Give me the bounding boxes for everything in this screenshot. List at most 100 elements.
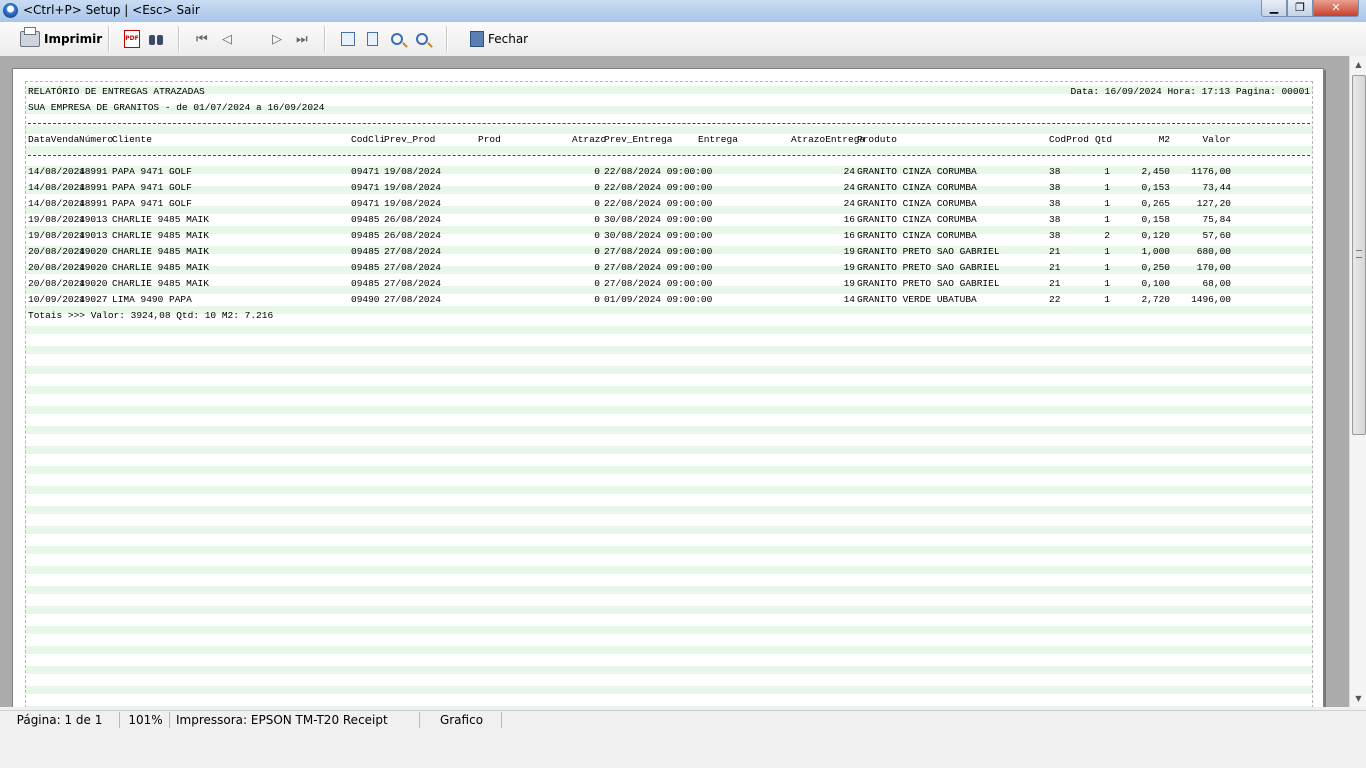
cell-qtd: 1 xyxy=(1104,278,1110,289)
pdf-icon: PDF xyxy=(124,30,140,48)
report-title-line: RELATÓRIO DE ENTREGAS ATRAZADAS Data: 16… xyxy=(28,84,1310,100)
status-page: Página: 1 de 1 xyxy=(0,712,120,728)
cell-codcli: 09485 xyxy=(351,230,380,241)
cell-atrazo: 0 xyxy=(594,214,600,225)
close-preview-button[interactable]: Fechar xyxy=(470,28,528,50)
cell-datavenda: 20/08/2024 xyxy=(28,246,86,257)
preview-area: RELATÓRIO DE ENTREGAS ATRAZADAS Data: 16… xyxy=(0,56,1349,707)
cell-cliente: CHARLIE 9485 MAIK xyxy=(112,278,209,289)
cell-valor: 57,60 xyxy=(1202,230,1231,241)
scroll-up-arrow-icon[interactable]: ▲ xyxy=(1350,56,1366,73)
cell-atrazo-entrega: 19 xyxy=(843,278,855,289)
cell-prev-entrega: 01/09/2024 09:00:00 xyxy=(604,294,713,305)
export-pdf-button[interactable]: PDF xyxy=(124,28,140,50)
cell-prev-entrega: 27/08/2024 09:00:00 xyxy=(604,278,713,289)
zoom-in-button[interactable] xyxy=(391,28,403,50)
cell-codcli: 09485 xyxy=(351,262,380,273)
cell-valor: 75,84 xyxy=(1202,214,1231,225)
cell-qtd: 1 xyxy=(1104,214,1110,225)
cell-datavenda: 14/08/2024 xyxy=(28,166,86,177)
report-body: RELATÓRIO DE ENTREGAS ATRAZADAS Data: 16… xyxy=(25,81,1313,707)
cell-atrazo-entrega: 16 xyxy=(843,230,855,241)
col-codprod: CodProd xyxy=(1049,134,1089,145)
report-page: RELATÓRIO DE ENTREGAS ATRAZADAS Data: 16… xyxy=(12,68,1324,707)
whole-page-button[interactable] xyxy=(367,28,378,50)
cell-codprod: 21 xyxy=(1049,278,1061,289)
cell-valor: 73,44 xyxy=(1202,182,1231,193)
cell-codprod: 38 xyxy=(1049,214,1061,225)
cell-datavenda: 10/09/2024 xyxy=(28,294,86,305)
cell-m2: 0,153 xyxy=(1141,182,1170,193)
report-row: 19/08/2024 19013 CHARLIE 9485 MAIK 09485 26/… xyxy=(28,228,1310,244)
cell-atrazo: 0 xyxy=(594,294,600,305)
cell-atrazo: 0 xyxy=(594,278,600,289)
cell-m2: 0,100 xyxy=(1141,278,1170,289)
previous-page-button[interactable]: ◁ xyxy=(222,28,232,50)
cell-cliente: PAPA 9471 GOLF xyxy=(112,166,192,177)
cell-numero: 19027 xyxy=(79,294,108,305)
cell-datavenda: 20/08/2024 xyxy=(28,278,86,289)
cell-datavenda: 20/08/2024 xyxy=(28,262,86,273)
cell-codprod: 38 xyxy=(1049,182,1061,193)
vertical-scrollbar[interactable]: ▲ ▼ xyxy=(1349,56,1366,707)
cell-produto: GRANITO CINZA CORUMBA xyxy=(857,214,977,225)
cell-produto: GRANITO VERDE UBATUBA xyxy=(857,294,977,305)
col-prod: Prod xyxy=(478,134,501,145)
cell-codprod: 38 xyxy=(1049,230,1061,241)
col-numero: Número xyxy=(79,134,114,145)
zoom-out-button[interactable] xyxy=(416,28,428,50)
next-page-button[interactable]: ▷ xyxy=(272,28,282,50)
cell-valor: 1176,00 xyxy=(1191,166,1231,177)
first-page-button[interactable]: ⏮ xyxy=(196,28,208,50)
report-date-page: Data: 16/09/2024 Hora: 17:13 Pagina: 000… xyxy=(1070,86,1310,97)
cell-codprod: 38 xyxy=(1049,166,1061,177)
cell-atrazo: 0 xyxy=(594,198,600,209)
cell-prev-entrega: 30/08/2024 09:00:00 xyxy=(604,230,713,241)
close-window-button[interactable]: ✕ xyxy=(1313,0,1359,17)
scrollbar-thumb[interactable] xyxy=(1352,75,1366,435)
cell-cliente: LIMA 9490 PAPA xyxy=(112,294,192,305)
col-cliente: Cliente xyxy=(112,134,152,145)
minimize-button[interactable]: ▁ xyxy=(1261,0,1287,17)
status-zoom: 101% xyxy=(122,712,170,728)
find-button[interactable] xyxy=(148,28,164,50)
col-prev-entrega: Prev_Entrega xyxy=(604,134,673,145)
cell-numero: 18991 xyxy=(79,182,108,193)
cell-atrazo-entrega: 19 xyxy=(843,246,855,257)
toolbar-separator xyxy=(108,26,110,52)
print-button[interactable]: Imprimir xyxy=(20,27,102,50)
grip-icon xyxy=(1356,250,1362,258)
cell-qtd: 1 xyxy=(1104,198,1110,209)
maximize-button[interactable]: ❐ xyxy=(1287,0,1313,17)
status-bar: Página: 1 de 1 101% Impressora: EPSON TM… xyxy=(0,710,1366,729)
cell-atrazo: 0 xyxy=(594,182,600,193)
cell-prev-prod: 26/08/2024 xyxy=(384,214,442,225)
first-page-icon: ⏮ xyxy=(196,31,208,47)
cell-prev-prod: 27/08/2024 xyxy=(384,294,442,305)
toolbar: Imprimir PDF ⏮ ◁ ▷ ⏭ Fechar xyxy=(0,22,1366,57)
cell-numero: 19013 xyxy=(79,214,108,225)
cell-cliente: CHARLIE 9485 MAIK xyxy=(112,262,209,273)
cell-codcli: 09471 xyxy=(351,182,380,193)
scroll-down-arrow-icon[interactable]: ▼ xyxy=(1350,690,1366,707)
toolbar-separator xyxy=(446,26,448,52)
cell-produto: GRANITO PRETO SAO GABRIEL xyxy=(857,246,1000,257)
cell-m2: 0,265 xyxy=(1141,198,1170,209)
cell-codprod: 22 xyxy=(1049,294,1061,305)
zoom-out-icon xyxy=(416,33,428,45)
header-divider xyxy=(28,123,1310,124)
cell-prev-entrega: 22/08/2024 09:00:00 xyxy=(604,182,713,193)
cell-m2: 0,158 xyxy=(1141,214,1170,225)
page-width-button[interactable] xyxy=(341,28,355,50)
col-atrazo: Atrazo xyxy=(572,134,607,145)
app-icon xyxy=(3,3,18,18)
totals-text: Totais >>> Valor: 3924,08 Qtd: 10 M2: 7.… xyxy=(28,310,274,321)
columns-divider xyxy=(28,155,1310,156)
zoom-in-icon xyxy=(391,33,403,45)
cell-prev-entrega: 27/08/2024 09:00:00 xyxy=(604,262,713,273)
window-title: <Ctrl+P> Setup | <Esc> Sair xyxy=(23,3,200,17)
column-header-row: DataVenda Número Cliente CodCli Prev_Pro… xyxy=(28,132,1310,148)
cell-prev-prod: 27/08/2024 xyxy=(384,246,442,257)
cell-datavenda: 14/08/2024 xyxy=(28,182,86,193)
last-page-button[interactable]: ⏭ xyxy=(296,28,308,50)
